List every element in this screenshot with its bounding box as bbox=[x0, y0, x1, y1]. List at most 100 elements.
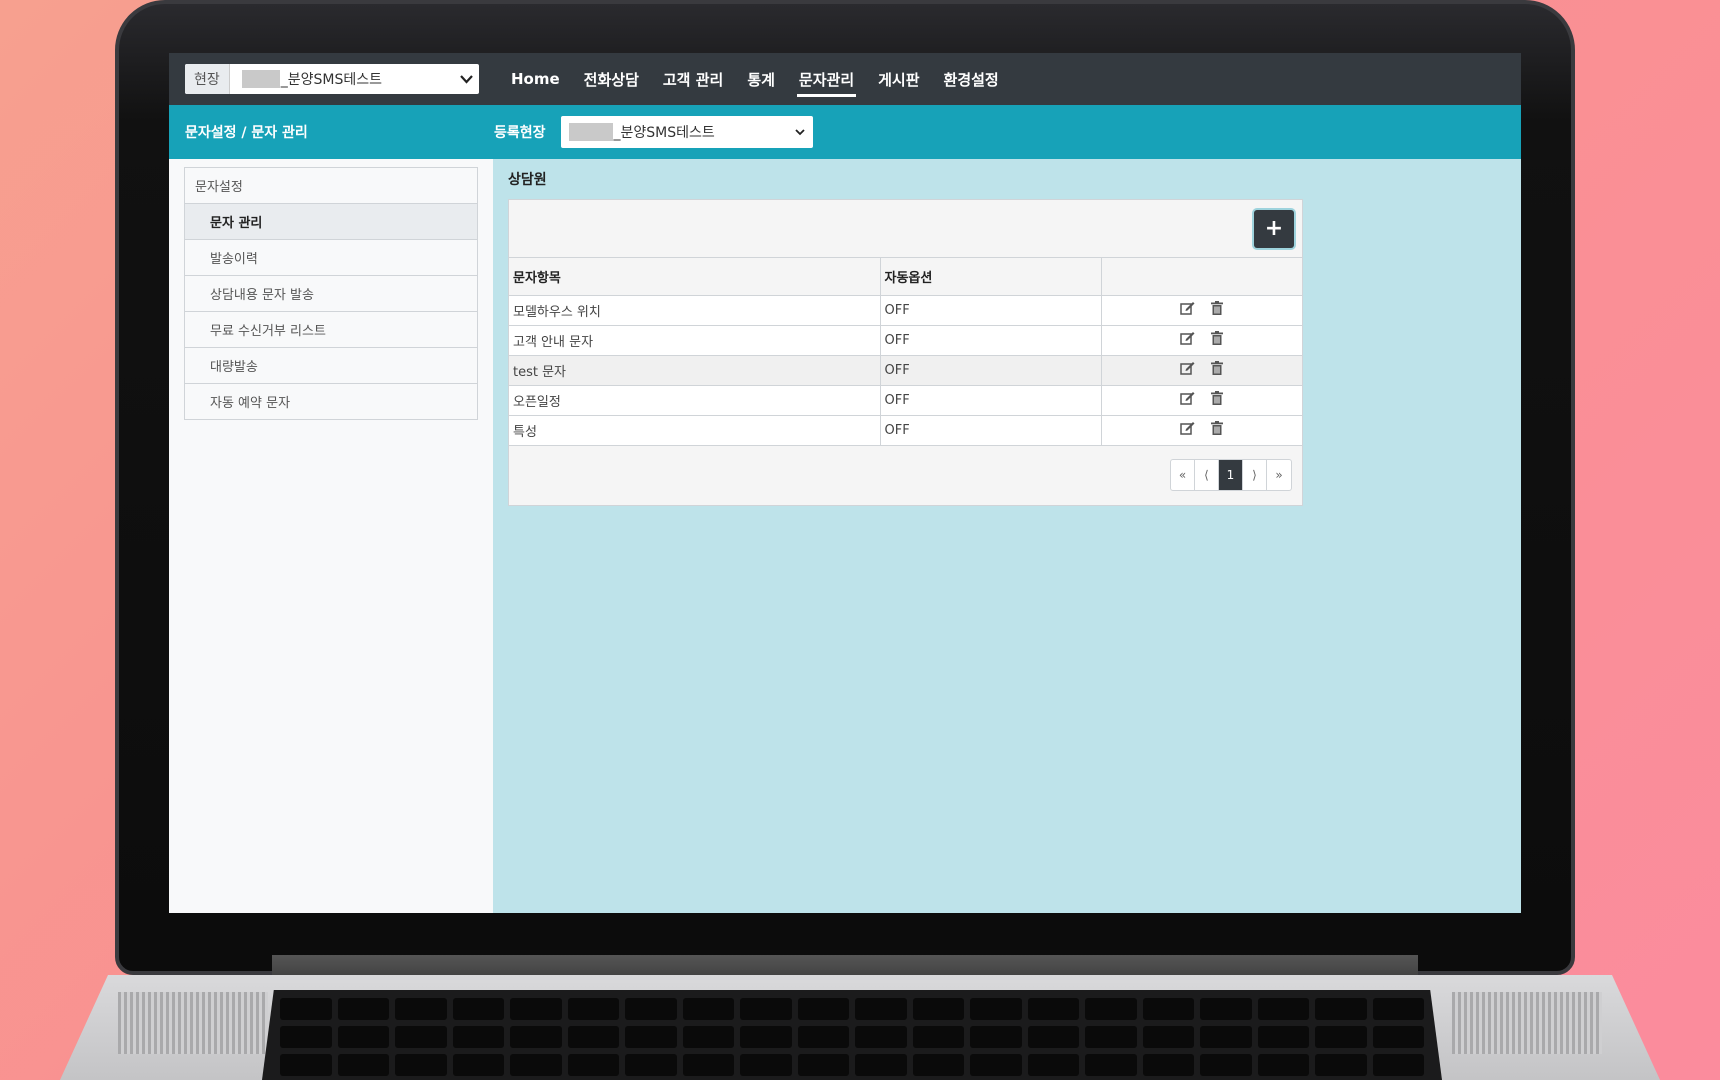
key bbox=[1142, 1054, 1194, 1076]
page-prev-button[interactable]: ⟨ bbox=[1195, 460, 1219, 490]
section-title: 상담원 bbox=[508, 172, 547, 188]
auto-option-cell: OFF bbox=[880, 415, 1102, 446]
edit-icon[interactable] bbox=[1180, 331, 1195, 349]
trash-icon[interactable] bbox=[1211, 301, 1224, 319]
page-last-button[interactable]: » bbox=[1267, 460, 1291, 490]
key bbox=[1372, 1054, 1424, 1076]
nav-item-6[interactable]: 환경설정 bbox=[932, 53, 1011, 105]
key bbox=[970, 1054, 1022, 1076]
key bbox=[912, 998, 964, 1020]
page-current-button[interactable]: 1 bbox=[1219, 460, 1243, 490]
auto-option-cell: OFF bbox=[880, 295, 1102, 326]
key bbox=[1257, 998, 1309, 1020]
key bbox=[337, 1026, 389, 1048]
table-row[interactable]: 고객 안내 문자 OFF bbox=[509, 325, 1302, 356]
sidebar-item-5[interactable]: 자동 예약 문자 bbox=[185, 384, 477, 419]
edit-icon[interactable] bbox=[1180, 301, 1195, 319]
key bbox=[1257, 1026, 1309, 1048]
key bbox=[510, 1026, 562, 1048]
nav-item-4[interactable]: 문자관리 bbox=[787, 53, 866, 105]
table-row[interactable]: 특성 OFF bbox=[509, 415, 1302, 446]
key bbox=[280, 1026, 332, 1048]
actions-cell bbox=[1101, 385, 1302, 416]
sidebar-item-0[interactable]: 문자 관리 bbox=[185, 204, 477, 240]
key bbox=[1315, 998, 1367, 1020]
key bbox=[337, 1054, 389, 1076]
edit-icon[interactable] bbox=[1180, 361, 1195, 379]
key bbox=[452, 1054, 504, 1076]
add-button[interactable]: + bbox=[1254, 209, 1294, 248]
key bbox=[625, 1054, 677, 1076]
key bbox=[797, 1054, 849, 1076]
edit-icon[interactable] bbox=[1180, 391, 1195, 409]
plus-icon: + bbox=[1264, 216, 1284, 241]
speaker-grill-left bbox=[118, 992, 268, 1054]
auto-option-cell: OFF bbox=[880, 355, 1102, 386]
key bbox=[395, 998, 447, 1020]
key bbox=[970, 1026, 1022, 1048]
nav-item-2[interactable]: 고객 관리 bbox=[651, 53, 735, 105]
key bbox=[280, 1054, 332, 1076]
trash-icon[interactable] bbox=[1211, 331, 1224, 349]
key bbox=[510, 998, 562, 1020]
page-first-button[interactable]: « bbox=[1171, 460, 1195, 490]
table-row[interactable]: test 문자 OFF bbox=[509, 355, 1302, 386]
auto-option-cell: OFF bbox=[880, 325, 1102, 356]
key bbox=[912, 1026, 964, 1048]
message-panel: + 문자항목 자동옵션 모델하우스 위치 OFF 고객 안내 문자 OFF test 문… bbox=[508, 199, 1303, 506]
actions-cell bbox=[1101, 355, 1302, 386]
trash-icon[interactable] bbox=[1211, 361, 1224, 379]
registered-site-select[interactable]: _분양SMS테스트 bbox=[560, 116, 813, 148]
trash-icon[interactable] bbox=[1211, 421, 1224, 439]
top-navbar: 현장 _분양SMS테스트 Home 전화상담 고객 관리 통계 문자관리 게시판 환경설정 bbox=[169, 53, 1521, 105]
key bbox=[625, 998, 677, 1020]
table-row[interactable]: 오픈일정 OFF bbox=[509, 385, 1302, 416]
nav-item-5[interactable]: 게시판 bbox=[866, 53, 931, 105]
key bbox=[740, 1054, 792, 1076]
key bbox=[1200, 998, 1252, 1020]
nav-item-1[interactable]: 전화상담 bbox=[572, 53, 651, 105]
key bbox=[1027, 1026, 1079, 1048]
key bbox=[740, 1026, 792, 1048]
trash-icon[interactable] bbox=[1211, 391, 1224, 409]
column-header-option: 자동옵션 bbox=[880, 258, 1102, 296]
sub-header: 문자설정 / 문자 관리 등록현장 _분양SMS테스트 bbox=[169, 105, 1521, 159]
keyboard bbox=[262, 990, 1442, 1080]
key bbox=[797, 1026, 849, 1048]
key bbox=[682, 1026, 734, 1048]
key bbox=[567, 1026, 619, 1048]
sidebar-item-1[interactable]: 발송이력 bbox=[185, 240, 477, 276]
key bbox=[1085, 998, 1137, 1020]
sidebar-heading[interactable]: 문자설정 bbox=[185, 168, 477, 204]
nav-item-3[interactable]: 통계 bbox=[735, 53, 787, 105]
key bbox=[855, 1054, 907, 1076]
key bbox=[855, 998, 907, 1020]
screen: 현장 _분양SMS테스트 Home 전화상담 고객 관리 통계 문자관리 게시판 환경설정 … bbox=[169, 53, 1521, 913]
key bbox=[395, 1026, 447, 1048]
column-header-actions bbox=[1101, 258, 1302, 296]
registered-site-value: _분양SMS테스트 bbox=[613, 125, 715, 141]
message-table: 문자항목 자동옵션 모델하우스 위치 OFF 고객 안내 문자 OFF test 문자 O… bbox=[509, 258, 1302, 446]
nav-item-0[interactable]: Home bbox=[499, 53, 572, 105]
message-item-cell: 특성 bbox=[509, 415, 881, 446]
actions-cell bbox=[1101, 415, 1302, 446]
key bbox=[912, 1054, 964, 1076]
key bbox=[682, 998, 734, 1020]
actions-cell bbox=[1101, 295, 1302, 326]
key bbox=[740, 998, 792, 1020]
sidebar-item-2[interactable]: 상담내용 문자 발송 bbox=[185, 276, 477, 312]
site-select-value: _분양SMS테스트 bbox=[230, 69, 453, 89]
edit-icon[interactable] bbox=[1180, 421, 1195, 439]
message-item-cell: 오픈일정 bbox=[509, 385, 881, 416]
pagination: « ⟨ 1 ⟩ » bbox=[1170, 459, 1292, 491]
speaker-grill-right bbox=[1452, 992, 1602, 1054]
sidebar-item-3[interactable]: 무료 수신거부 리스트 bbox=[185, 312, 477, 348]
site-select[interactable]: 현장 _분양SMS테스트 bbox=[185, 64, 479, 94]
key bbox=[1085, 1054, 1137, 1076]
page-next-button[interactable]: ⟩ bbox=[1243, 460, 1267, 490]
redacted-block bbox=[568, 123, 613, 141]
sidebar-item-4[interactable]: 대량발송 bbox=[185, 348, 477, 384]
key bbox=[1142, 1026, 1194, 1048]
table-row[interactable]: 모델하우스 위치 OFF bbox=[509, 295, 1302, 326]
sidebar: 문자설정 문자 관리 발송이력 상담내용 문자 발송 무료 수신거부 리스트 대량발송 자… bbox=[169, 159, 493, 913]
